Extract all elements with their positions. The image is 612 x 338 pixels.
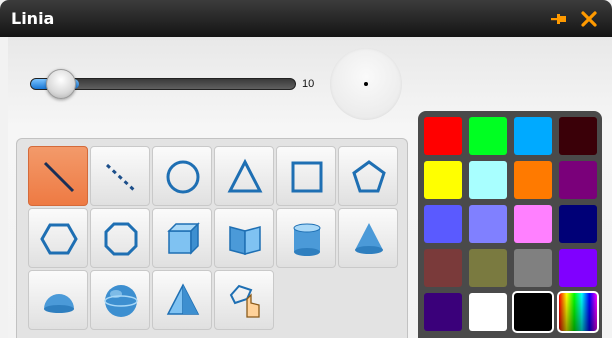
color-swatch[interactable] — [514, 249, 552, 287]
pyramid-icon — [166, 283, 200, 315]
cube-tool[interactable] — [152, 208, 212, 268]
title-bar[interactable]: Linia — [0, 0, 612, 37]
line-tool[interactable] — [28, 146, 88, 206]
cylinder-icon — [293, 223, 321, 256]
square-icon — [291, 161, 323, 193]
dotted-line-icon — [105, 163, 137, 193]
freeform-polygon-icon — [229, 284, 260, 318]
color-swatch[interactable] — [514, 205, 552, 243]
color-swatch[interactable] — [512, 291, 554, 333]
cylinder-tool[interactable] — [276, 208, 336, 268]
octagon-icon — [104, 222, 138, 256]
line-dialog: Linia 10 — [0, 0, 612, 338]
freeform-polygon-tool[interactable] — [214, 270, 274, 330]
cone-icon — [355, 223, 383, 254]
triangle-icon — [227, 158, 263, 193]
pyramid-tool[interactable] — [152, 270, 212, 330]
color-swatch[interactable] — [424, 293, 462, 331]
pentagon-tool[interactable] — [338, 146, 398, 206]
prism-tool[interactable] — [214, 208, 274, 268]
color-swatch[interactable] — [559, 249, 597, 287]
pin-icon[interactable] — [550, 10, 568, 28]
prism-icon — [229, 226, 261, 255]
line-icon — [43, 161, 75, 193]
triangle-tool[interactable] — [214, 146, 274, 206]
color-swatch[interactable] — [469, 117, 507, 155]
square-tool[interactable] — [276, 146, 336, 206]
color-swatch[interactable] — [559, 205, 597, 243]
dotted-line-tool[interactable] — [90, 146, 150, 206]
hexagon-tool[interactable] — [28, 208, 88, 268]
color-swatch[interactable] — [559, 117, 597, 155]
color-swatch[interactable] — [514, 117, 552, 155]
window-title: Linia — [11, 9, 55, 28]
hemisphere-tool[interactable] — [28, 270, 88, 330]
hexagon-icon — [40, 223, 78, 255]
sphere-tool[interactable] — [90, 270, 150, 330]
cube-icon — [167, 222, 200, 255]
pentagon-icon — [352, 160, 386, 193]
color-swatch[interactable] — [514, 161, 552, 199]
color-swatch[interactable] — [424, 249, 462, 287]
color-swatch[interactable] — [469, 205, 507, 243]
color-swatch[interactable] — [559, 161, 597, 199]
preview-dot-icon — [364, 82, 368, 86]
circle-icon — [166, 160, 200, 194]
close-icon[interactable] — [580, 10, 598, 28]
brush-preview — [330, 48, 402, 120]
color-swatch[interactable] — [424, 117, 462, 155]
cone-tool[interactable] — [338, 208, 398, 268]
custom-color-icon[interactable] — [557, 291, 599, 333]
color-swatch[interactable] — [424, 161, 462, 199]
color-swatch[interactable] — [469, 249, 507, 287]
size-value: 10 — [302, 78, 315, 90]
sphere-icon — [104, 285, 138, 317]
color-swatch[interactable] — [424, 205, 462, 243]
octagon-tool[interactable] — [90, 208, 150, 268]
color-swatch[interactable] — [469, 293, 507, 331]
hemisphere-icon — [44, 294, 74, 313]
color-swatch[interactable] — [469, 161, 507, 199]
size-slider-thumb[interactable] — [46, 69, 76, 99]
circle-tool[interactable] — [152, 146, 212, 206]
